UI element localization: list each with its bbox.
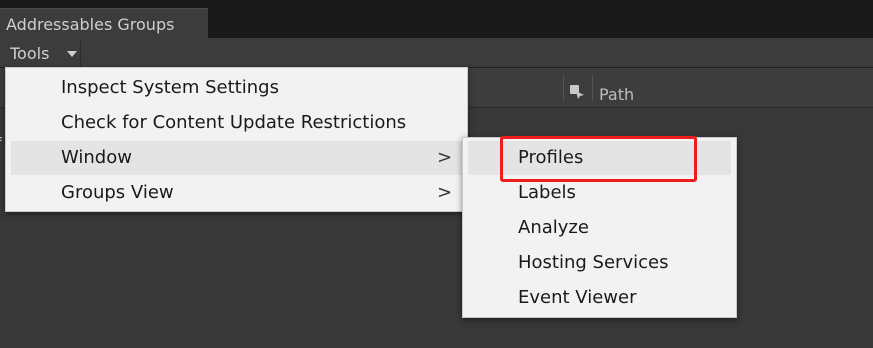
tools-dropdown-button[interactable]: Tools xyxy=(4,40,81,66)
caret-down-icon xyxy=(67,51,77,57)
menu-item-label: Groups View xyxy=(61,182,174,203)
menu-item-label: Event Viewer xyxy=(518,287,637,308)
toolbar: Tools xyxy=(0,38,873,68)
column-divider[interactable] xyxy=(563,76,564,100)
menu-item-analyze[interactable]: Analyze xyxy=(468,211,731,245)
menu-item-label: Window xyxy=(61,147,132,168)
annotation-highlight-box xyxy=(500,136,697,182)
chevron-right-icon: > xyxy=(437,182,453,203)
menu-item-label: Analyze xyxy=(518,217,589,238)
menu-item-label: Inspect System Settings xyxy=(61,77,279,98)
window-tab-strip: Addressables Groups xyxy=(0,0,873,38)
addressable-icon xyxy=(570,85,584,99)
menu-item-hosting-services[interactable]: Hosting Services xyxy=(468,246,731,280)
menu-item-inspect-system-settings[interactable]: Inspect System Settings xyxy=(11,71,462,105)
tab-title: Addressables Groups xyxy=(6,15,175,34)
tools-label: Tools xyxy=(10,44,50,63)
column-divider[interactable] xyxy=(592,76,593,100)
menu-item-label: Hosting Services xyxy=(518,252,669,273)
chevron-right-icon: > xyxy=(437,147,453,168)
tools-menu: Inspect System Settings Check for Conten… xyxy=(5,67,468,212)
menu-item-event-viewer[interactable]: Event Viewer xyxy=(468,281,731,315)
menu-item-label: Labels xyxy=(518,182,576,203)
menu-item-window[interactable]: Window > xyxy=(11,141,462,175)
truncated-row-text: f xyxy=(0,134,2,153)
addressables-groups-tab[interactable]: Addressables Groups xyxy=(0,8,208,38)
menu-item-groups-view[interactable]: Groups View > xyxy=(11,176,462,210)
menu-item-check-content-update-restrictions[interactable]: Check for Content Update Restrictions xyxy=(11,106,462,140)
menu-item-label: Check for Content Update Restrictions xyxy=(61,112,407,133)
column-header-path[interactable]: Path xyxy=(599,85,634,104)
